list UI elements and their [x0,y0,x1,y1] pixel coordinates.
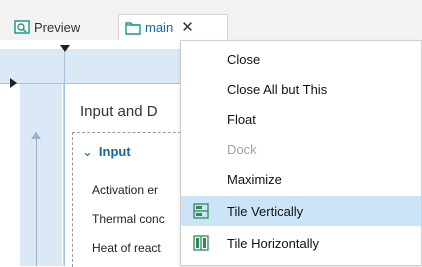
row-marker-icon[interactable] [10,78,17,88]
preview-icon [14,19,30,35]
ruler-top [0,49,195,83]
tile-vertically-icon [193,203,209,219]
input-row-label: Thermal conc [92,212,165,226]
grid-line-horizontal [0,83,195,84]
grid-line-vertical [64,49,65,266]
tile-horizontally-icon [193,235,209,251]
menu-item-close[interactable]: Close [181,44,421,74]
editor-tab-bar: Preview main ✕ [0,0,422,40]
tab-context-menu: Close Close All but This Float Dock Maxi… [180,40,422,266]
tab-main-label: main [145,20,174,35]
row-span-line [36,132,37,266]
section-title: Input and D [80,103,158,120]
arrow-up-icon [31,132,41,139]
tab-preview[interactable]: Preview [8,14,114,40]
menu-item-float[interactable]: Float [181,104,421,134]
chevron-down-icon[interactable]: ⌄ [82,144,93,160]
menu-item-tile-horizontally[interactable]: Tile Horizontally [181,228,421,258]
input-row-label: Activation er [92,183,159,197]
ruler-left [20,83,62,266]
input-group-label: Input [98,144,131,159]
column-marker-icon[interactable] [60,45,70,52]
menu-item-tile-vertically[interactable]: Tile Vertically [181,196,421,226]
input-group-header[interactable]: ⌄ Input [82,144,131,160]
close-icon[interactable]: ✕ [181,20,194,35]
tab-preview-label: Preview [34,19,81,35]
tab-main[interactable]: main ✕ [118,14,228,40]
menu-item-dock: Dock [227,141,257,157]
menu-item-close-all-but-this[interactable]: Close All but This [181,74,421,104]
folder-icon [125,20,141,36]
menu-item-maximize[interactable]: Maximize [181,164,421,194]
input-row-label: Heat of react [92,241,161,255]
